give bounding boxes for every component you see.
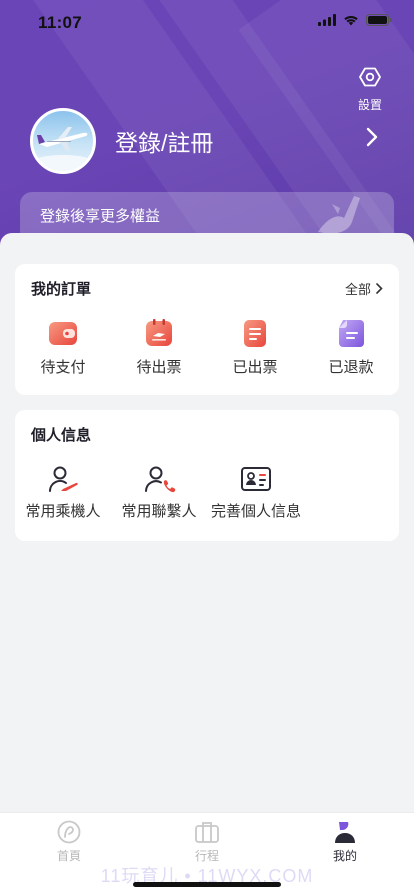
my-orders-card: 我的訂單 全部 待支付 待出票 已出票 已退款 [15,264,399,395]
tab-profile[interactable]: 我的 [305,819,385,864]
tab-profile-label: 我的 [332,849,357,863]
id-card-icon [241,467,271,491]
tab-trips-label: 行程 [194,849,219,863]
personal-info-card: 個人信息 常用乘機人 常用聯繫人 完善個人信息 [15,410,399,541]
airplane-avatar-image [33,127,93,171]
status-time: 11:07 [38,13,83,32]
order-item-label: 待出票 [136,359,182,376]
tab-home-label: 首頁 [56,849,81,863]
complete-profile[interactable]: 完善個人信息 [211,462,301,521]
passenger-icon [49,466,78,492]
orders-title: 我的訂單 [31,281,92,298]
order-ticketed[interactable]: 已出票 [215,316,295,377]
calendar-ticket-icon [146,319,172,346]
home-icon [57,820,81,844]
profile-icon [335,822,355,843]
order-pending-payment[interactable]: 待支付 [23,316,103,377]
chevron-right-icon[interactable] [366,127,378,147]
order-refunded[interactable]: 已退款 [311,316,391,377]
order-item-label: 已退款 [328,359,374,376]
settings-hex-icon [359,67,381,87]
personal-item-label: 常用聯繫人 [121,503,197,520]
tab-home[interactable]: 首頁 [29,819,109,864]
battery-icon [366,14,392,26]
all-orders-label: 全部 [344,282,371,297]
login-register-link[interactable]: 登錄/註冊 [115,124,213,158]
order-pending-ticket[interactable]: 待出票 [119,316,199,377]
frequent-passengers[interactable]: 常用乘機人 [23,462,103,521]
benefit-text: 登錄後享更多權益 [40,208,161,225]
wallet-icon [49,322,77,345]
refund-icon [339,320,364,347]
wifi-icon [344,15,358,26]
signal-icon [318,14,336,26]
all-orders-link[interactable]: 全部 [345,279,383,298]
tab-trips[interactable]: 行程 [167,819,247,864]
status-bar: 11:07 [0,0,414,44]
document-icon [244,320,266,347]
personal-item-label: 完善個人信息 [211,503,302,520]
avatar[interactable] [30,108,96,174]
frequent-contacts[interactable]: 常用聯繫人 [119,462,199,521]
personal-title: 個人信息 [31,427,92,444]
settings-label: 設置 [357,98,382,112]
status-icons [318,14,392,26]
luggage-icon [195,822,219,843]
home-indicator [133,882,281,887]
personal-item-label: 常用乘機人 [25,503,101,520]
settings-button[interactable]: 設置 [348,66,392,113]
order-item-label: 待支付 [40,359,86,376]
chevron-right-small-icon [376,283,383,294]
contact-icon [145,466,176,493]
order-item-label: 已出票 [232,359,278,376]
